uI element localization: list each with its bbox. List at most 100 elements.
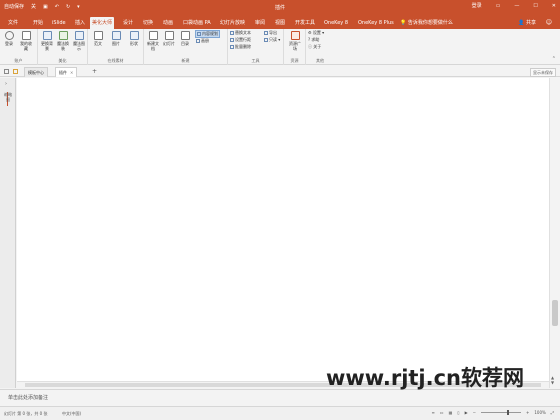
reading-view-icon[interactable]: ▯ — [457, 410, 459, 415]
help-button[interactable]: ? 求助 — [308, 37, 319, 43]
normal-view-icon[interactable]: ▭ — [440, 410, 444, 415]
user-icon — [4, 31, 14, 40]
album-icon — [196, 39, 200, 43]
tab-plugin-doc[interactable]: 插件 ✕ — [55, 67, 78, 77]
minimize-icon[interactable]: — — [514, 3, 519, 9]
planning-icon — [197, 32, 201, 36]
ribbon: 登录 我的收藏 账户 更换背景 魔法换装 魔法图示 美化 范文 图片 形状 在线… — [0, 29, 560, 65]
tab-home[interactable]: 开始 — [31, 17, 45, 29]
thumbnail-pane: › 缩略图 — [0, 78, 16, 388]
collapse-ribbon-icon[interactable]: ⌃ — [552, 56, 556, 62]
site-watermark: www.rjtj.cn软荐网 — [326, 366, 525, 390]
magic-dressup-button[interactable]: 魔法换装 — [56, 31, 70, 51]
thumbnail-label[interactable]: 缩略图 — [4, 92, 12, 102]
shapes-icon — [129, 31, 139, 40]
login-button[interactable]: 登录 — [472, 2, 482, 9]
vertical-scrollbar[interactable]: ▲ ▼ — [549, 78, 560, 388]
pictures-button[interactable]: 图片 — [109, 31, 123, 46]
new-doc-icon[interactable] — [4, 69, 9, 74]
readonly-icon — [264, 38, 268, 42]
readonly-button[interactable]: 只读 ▾ — [264, 37, 280, 43]
show-unsaved-button[interactable]: 显示未保存 — [530, 68, 556, 77]
scroll-page-buttons[interactable]: ▲ ▼ — [551, 375, 554, 385]
slide-icon — [164, 31, 174, 40]
expand-pane-icon[interactable]: › — [5, 81, 7, 87]
template-button[interactable]: 范文 — [91, 31, 105, 46]
group-new: 新建文档 幻灯片 目录 内容规划 画册 新建 — [144, 29, 228, 65]
delete-icon — [230, 45, 234, 49]
add-tab-icon[interactable]: + — [92, 67, 97, 77]
tab-file[interactable]: 文件 — [6, 17, 20, 29]
slide-canvas[interactable] — [17, 78, 549, 388]
line-spacing-button[interactable]: 设置行距 — [230, 37, 251, 43]
tab-islide[interactable]: iSlide — [50, 17, 68, 29]
tab-template-center[interactable]: 模板中心 — [24, 67, 48, 77]
tab-meihua[interactable]: 美化大师 — [90, 17, 115, 29]
zoom-slider[interactable] — [481, 410, 521, 415]
tab-design[interactable]: 设计 — [121, 17, 135, 29]
ribbon-tabs: 文件 开始 iSlide 插入 美化大师 设计 切换 动画 口袋动画 PA 幻灯… — [0, 15, 560, 29]
slideshow-icon[interactable]: ▶ — [465, 410, 468, 415]
zoom-level[interactable]: 100% — [534, 410, 545, 415]
shapes-button[interactable]: 形状 — [127, 31, 141, 46]
group-beautify: 更换背景 魔法换装 魔法图示 美化 — [38, 29, 88, 65]
feedback-smiley-icon[interactable]: ☺ — [546, 17, 552, 29]
login-ribbon-button[interactable]: 登录 — [2, 31, 16, 46]
tab-transitions[interactable]: 切换 — [141, 17, 155, 29]
group-resources: 资源广场 资源 — [284, 29, 306, 65]
toc-button[interactable]: 目录 — [178, 31, 192, 46]
ribbon-display-icon[interactable]: ▭ — [496, 3, 501, 9]
maximize-icon[interactable]: ☐ — [533, 3, 537, 9]
title-right-controls: 登录 ▭ — ☐ ✕ — [472, 2, 556, 10]
help-icon: ? — [308, 37, 311, 42]
fit-slide-icon[interactable]: ⤢ — [551, 410, 554, 415]
new-document-button[interactable]: 新建文档 — [146, 31, 160, 51]
status-right: ≡ ▭ ▦ ▯ ▶ − + 100% ⤢ — [431, 410, 554, 415]
replace-text-button[interactable]: 替换文本 — [230, 30, 251, 36]
open-folder-icon[interactable] — [13, 69, 18, 74]
new-document-icon — [148, 31, 158, 40]
settings-button[interactable]: ⚙ 设置 ▾ — [308, 30, 324, 36]
replace-icon — [230, 31, 234, 35]
slide-button[interactable]: 幻灯片 — [162, 31, 176, 46]
zoom-slider-handle[interactable] — [507, 410, 509, 415]
tab-insert[interactable]: 插入 — [73, 17, 87, 29]
slide-count: 幻灯片 第 0 张，共 0 张 — [4, 411, 48, 416]
export-button[interactable]: 导出 — [264, 30, 277, 36]
change-background-button[interactable]: 更换背景 — [40, 31, 54, 51]
tab-review[interactable]: 审阅 — [253, 17, 267, 29]
batch-delete-button[interactable]: 批量删除 — [230, 44, 251, 50]
resource-icon — [290, 31, 300, 40]
tab-developer[interactable]: 开发工具 — [293, 17, 317, 29]
vertical-scroll-thumb[interactable] — [552, 300, 558, 326]
group-other: ⚙ 设置 ▾ ? 求助 ⓘ 关于 其他 — [306, 29, 334, 65]
magic-diagram-button[interactable]: 魔法图示 — [72, 31, 86, 51]
sorter-view-icon[interactable]: ▦ — [449, 410, 453, 415]
group-label-online: 在线素材 — [107, 58, 124, 63]
group-account: 登录 我的收藏 账户 — [0, 29, 38, 65]
close-icon[interactable]: ✕ — [552, 3, 556, 9]
toc-icon — [180, 31, 190, 40]
about-button[interactable]: ⓘ 关于 — [308, 44, 321, 50]
zoom-in-icon[interactable]: + — [526, 410, 529, 415]
tab-view[interactable]: 视图 — [273, 17, 287, 29]
lightbulb-icon: 💡 — [400, 20, 407, 26]
group-label-beautify: 美化 — [58, 58, 67, 63]
group-label-resources: 资源 — [290, 58, 299, 63]
tell-me-search[interactable]: 💡 告诉我你想要做什么 — [400, 17, 453, 29]
info-icon: ⓘ — [308, 44, 312, 49]
zoom-out-icon[interactable]: − — [473, 410, 476, 415]
tab-onekey8[interactable]: OneKey 8 — [322, 17, 350, 29]
tab-pocket-animation[interactable]: 口袋动画 PA — [181, 17, 213, 29]
album-button[interactable]: 画册 — [196, 38, 209, 44]
content-planning-button[interactable]: 内容规划 — [195, 30, 220, 38]
tab-slideshow[interactable]: 幻灯片放映 — [218, 17, 247, 29]
notes-toggle-icon[interactable]: ≡ — [431, 410, 434, 415]
resource-square-button[interactable]: 资源广场 — [288, 31, 302, 51]
language-indicator[interactable]: 中文(中国) — [62, 411, 81, 417]
tab-onekey8-plus[interactable]: OneKey 8 Plus — [356, 17, 396, 29]
share-button[interactable]: 👤 共享 — [518, 17, 536, 29]
close-tab-icon[interactable]: ✕ — [70, 70, 73, 75]
my-favorites-button[interactable]: 我的收藏 — [19, 31, 33, 51]
tab-animations[interactable]: 动画 — [161, 17, 175, 29]
